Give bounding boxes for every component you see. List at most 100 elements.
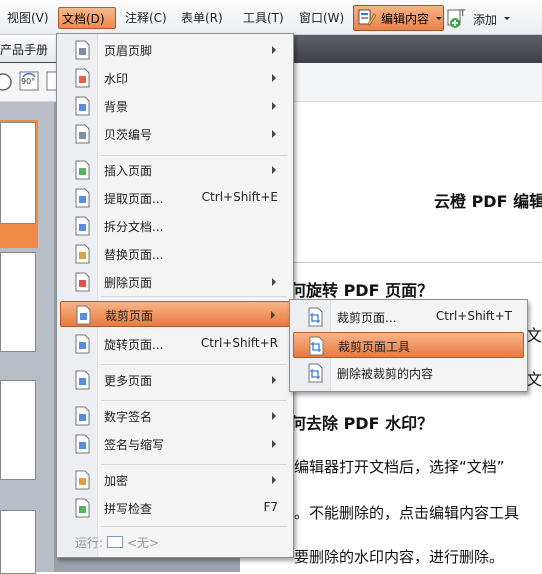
menu-item-watermark[interactable]: 水印 — [60, 65, 290, 91]
run-value: <无> — [127, 536, 160, 550]
menu-separator — [101, 464, 287, 465]
menu-separator — [101, 364, 287, 365]
tab-document[interactable]: 产品手册 — [0, 35, 61, 62]
menu-item-background[interactable]: 背景 — [60, 93, 290, 119]
submenu-arrow-icon — [272, 440, 276, 448]
submenu-arrow-icon — [272, 102, 276, 110]
menu-item-label: 背景 — [104, 100, 129, 114]
crop-page-submenu: 裁剪页面... Ctrl+Shift+T 裁剪页面工具删除被裁剪的内容 — [289, 299, 528, 392]
menu-bar: 视图(V) 文档(D) 注释(C) 表单(R) 工具(T) 窗口(W) 编辑内容… — [0, 0, 542, 35]
page-thumbnail[interactable] — [0, 252, 36, 352]
menu-item-split-document[interactable]: 拆分文档... — [60, 213, 290, 239]
submenu-arrow-icon — [272, 376, 276, 384]
page-thumbnail[interactable] — [0, 380, 36, 480]
page-thumbnail-panel — [0, 102, 54, 574]
chevron-down-icon — [504, 17, 510, 20]
submenu-arrow-icon — [272, 74, 276, 82]
rotate-left-icon[interactable] — [0, 71, 14, 93]
menu-item-bates-number[interactable]: 贝茨编号 — [60, 121, 290, 147]
text-fragment: 文档 — [526, 326, 542, 345]
split-document-icon — [74, 216, 92, 236]
menu-view[interactable]: 视图(V) — [4, 7, 52, 29]
menu-item-label: 签名与缩写 — [104, 438, 165, 452]
menu-item-label: 插入页面 — [104, 164, 153, 178]
add-text-icon: T — [447, 7, 469, 29]
submenu-item-label: 裁剪页面... — [337, 311, 397, 325]
menu-item-label: 拆分文档... — [104, 220, 164, 234]
background-icon — [74, 96, 92, 116]
rotate-90-label: 90° — [21, 77, 36, 86]
insert-page-icon — [74, 160, 92, 180]
menu-item-encrypt[interactable]: 加密 — [60, 467, 290, 493]
menu-item-label: 页眉页脚 — [104, 44, 153, 58]
submenu-arrow-icon — [272, 166, 276, 174]
menu-tools[interactable]: 工具(T) — [240, 7, 287, 29]
menu-item-replace-page[interactable]: 替换页面... — [60, 241, 290, 267]
paragraph-line: 要删除的水印内容，进行删除。 — [294, 548, 505, 566]
menu-item-label: 提取页面... — [104, 192, 164, 206]
run-field-icon — [107, 536, 123, 548]
replace-page-icon — [74, 244, 92, 264]
menu-item-label: 裁剪页面 — [105, 309, 154, 323]
menu-item-label: 贝茨编号 — [104, 128, 153, 142]
submenu-item-delete-cropped-content[interactable]: 删除被裁剪的内容 — [293, 360, 524, 386]
submenu-item-label: 裁剪页面工具 — [338, 340, 411, 354]
menu-item-shortcut: Ctrl+Shift+R — [200, 336, 278, 350]
submenu-item-shortcut: Ctrl+Shift+T — [435, 309, 512, 323]
page-thumbnail[interactable] — [0, 510, 36, 574]
run-command-row[interactable]: 运行: <无> — [75, 532, 275, 552]
menu-item-rotate-page[interactable]: 旋转页面... Ctrl+Shift+R — [60, 331, 290, 357]
more-pages-icon — [74, 370, 92, 390]
menu-separator — [101, 155, 287, 156]
add-button[interactable]: T 添加 — [447, 6, 517, 30]
menu-form[interactable]: 表单(R) — [178, 7, 226, 29]
menu-separator — [101, 526, 287, 527]
menu-item-header-footer[interactable]: 页眉页脚 — [60, 37, 290, 63]
crop-page-icon — [75, 305, 93, 325]
page-thumbnail[interactable] — [0, 122, 36, 224]
document-menu-dropdown: 页眉页脚水印背景贝茨编号插入页面提取页面... Ctrl+Shift+E 拆分文档.… — [56, 33, 294, 558]
menu-item-shortcut: F7 — [263, 500, 278, 514]
menu-item-sign-initials[interactable]: 签名与缩写 — [60, 431, 290, 457]
header-footer-icon — [74, 40, 92, 60]
submenu-arrow-icon — [272, 46, 276, 54]
run-label: 运行: — [75, 536, 104, 550]
menu-item-label: 加密 — [104, 474, 129, 488]
crop-page-dialog-icon — [307, 307, 325, 327]
menu-item-insert-page[interactable]: 插入页面 — [60, 157, 290, 183]
bates-number-icon — [74, 124, 92, 144]
menu-item-extract-page[interactable]: 提取页面... Ctrl+Shift+E — [60, 185, 290, 211]
edit-content-icon — [358, 9, 376, 27]
svg-text:T: T — [459, 9, 466, 19]
menu-item-shortcut: Ctrl+Shift+E — [201, 190, 278, 204]
menu-item-label: 删除页面 — [104, 276, 153, 290]
digital-signature-icon — [74, 406, 92, 426]
menu-window[interactable]: 窗口(W) — [296, 7, 347, 29]
submenu-item-crop-page-dialog[interactable]: 裁剪页面... Ctrl+Shift+T — [293, 304, 524, 330]
add-label: 添加 — [473, 13, 498, 27]
chevron-down-icon — [436, 17, 442, 20]
menu-item-delete-page[interactable]: 删除页面 — [60, 269, 290, 295]
question-watermark: 何去除 PDF 水印？ — [290, 414, 434, 433]
submenu-item-crop-page-tool[interactable]: 裁剪页面工具 — [293, 332, 524, 358]
menu-item-label: 水印 — [104, 72, 129, 86]
menu-document[interactable]: 文档(D) — [58, 7, 116, 29]
menu-item-spell-check[interactable]: 拼写检查 F7 — [60, 495, 290, 521]
paragraph-line: 编辑器打开文档后，选择“文档” — [294, 458, 505, 476]
menu-comment[interactable]: 注释(C) — [122, 7, 170, 29]
menu-item-label: 旋转页面... — [104, 338, 164, 352]
document-heading: 云橙 PDF 编辑 — [434, 192, 542, 211]
menu-item-digital-signature[interactable]: 数字签名 — [60, 403, 290, 429]
sign-initials-icon — [74, 434, 92, 454]
menu-item-more-pages[interactable]: 更多页面 — [60, 367, 290, 393]
edit-content-button[interactable]: 编辑内容 — [353, 5, 444, 31]
submenu-item-label: 删除被裁剪的内容 — [337, 367, 434, 381]
menu-item-crop-page[interactable]: 裁剪页面 — [60, 301, 290, 327]
extract-page-icon — [74, 188, 92, 208]
paragraph-line: 。不能删除的，点击编辑内容工具 — [294, 504, 520, 522]
menu-separator — [101, 400, 287, 401]
submenu-arrow-icon — [272, 412, 276, 420]
submenu-arrow-icon — [272, 130, 276, 138]
menu-item-label: 数字签名 — [104, 410, 153, 424]
spell-check-icon — [74, 498, 92, 518]
